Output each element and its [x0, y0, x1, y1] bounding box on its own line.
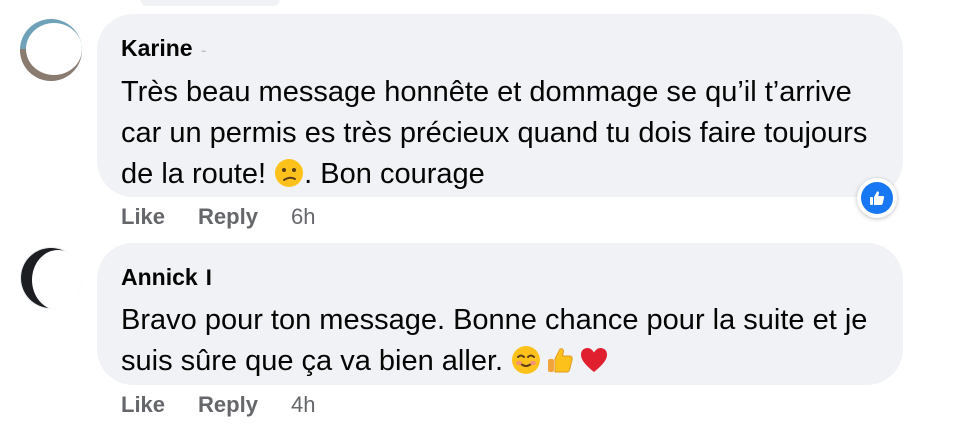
- like-button[interactable]: Like: [121, 204, 165, 230]
- smiling-face-icon: [511, 345, 541, 375]
- comment-text-body: Très beau message honnête et dommage se …: [121, 76, 868, 190]
- reaction-badge[interactable]: [857, 178, 897, 218]
- red-heart-icon: [579, 345, 609, 375]
- thumbs-up-icon: [545, 345, 575, 375]
- comment-text-tail: . Bon courage: [304, 158, 485, 190]
- comment-author[interactable]: Annick: [121, 263, 198, 291]
- like-button[interactable]: Like: [121, 392, 165, 418]
- avatar[interactable]: [20, 19, 82, 81]
- comment-bubble: Karine ‐ Très beau message honnête et do…: [97, 14, 903, 197]
- reply-button[interactable]: Reply: [198, 392, 258, 418]
- author-name-fragment: I: [205, 265, 212, 290]
- comment-actions: Like Reply 4h: [121, 392, 315, 418]
- previous-comment-fragment: [140, 0, 280, 6]
- like-reaction-icon: [861, 182, 893, 214]
- comment-text: Très beau message honnête et dommage se …: [121, 72, 879, 195]
- comment-actions: Like Reply 6h: [121, 204, 315, 230]
- confused-face-icon: [274, 158, 304, 188]
- comment-text: Bravo pour ton message. Bonne chance pou…: [121, 300, 879, 382]
- comment-author[interactable]: Karine: [121, 34, 193, 62]
- author-name-fragment: ‐: [200, 40, 207, 60]
- reply-button[interactable]: Reply: [198, 204, 258, 230]
- avatar[interactable]: [20, 247, 82, 309]
- comment-timestamp[interactable]: 4h: [291, 392, 315, 418]
- comment-bubble: Annick I Bravo pour ton message. Bonne c…: [97, 243, 903, 385]
- comment-timestamp[interactable]: 6h: [291, 204, 315, 230]
- comment-text-body: Bravo pour ton message. Bonne chance pou…: [121, 304, 868, 377]
